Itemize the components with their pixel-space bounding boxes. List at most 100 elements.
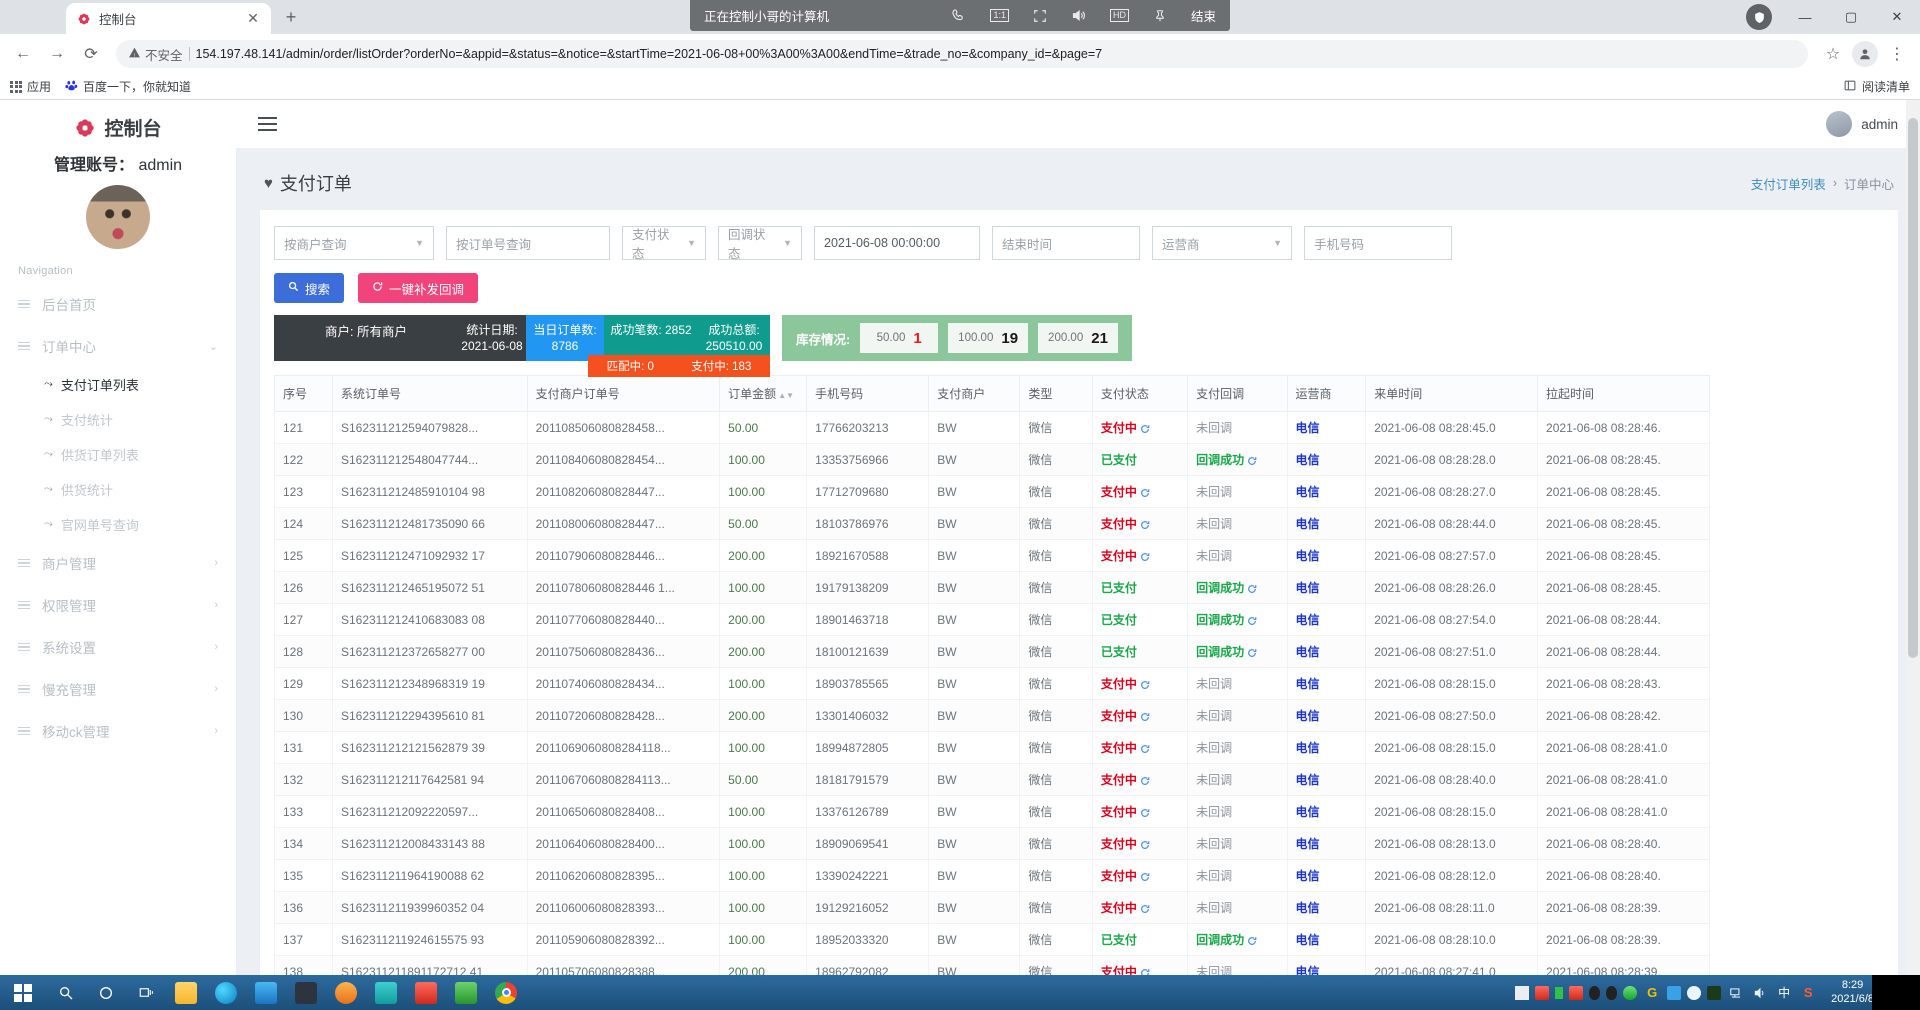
table-row[interactable]: 130S162311212294395610 81201107206080828… xyxy=(275,700,1710,732)
close-window-button[interactable]: ✕ xyxy=(1874,0,1920,34)
taskbar-app-orange[interactable] xyxy=(326,975,366,1010)
table-row[interactable]: 133S162311212092220597...201106506080828… xyxy=(275,796,1710,828)
table-row[interactable]: 131S162311212121562879 39201106906080828… xyxy=(275,732,1710,764)
breadcrumb-link[interactable]: 支付订单列表 xyxy=(1751,174,1826,193)
taskbar-explorer[interactable] xyxy=(166,975,206,1010)
callback-status-select[interactable]: 回调状态 ▼ xyxy=(718,226,802,260)
tray-app-icon[interactable] xyxy=(1707,986,1721,1000)
table-row[interactable]: 135S162311211964190088 62201106206080828… xyxy=(275,860,1710,892)
sidebar-subitem-supply-order-list[interactable]: ⤳ 供货订单列表 xyxy=(0,437,236,472)
sidebar-item-dashboard[interactable]: 后台首页 xyxy=(0,283,236,325)
forward-icon[interactable]: → xyxy=(42,39,72,69)
table-row[interactable]: 132S162311212117642581 94201106706080828… xyxy=(275,764,1710,796)
tray-app-icon[interactable] xyxy=(1515,986,1529,1000)
topbar-user[interactable]: admin xyxy=(1826,111,1898,137)
tray-app-icon[interactable]: G xyxy=(1643,984,1661,1002)
table-row[interactable]: 136S162311211939960352 04201106006080828… xyxy=(275,892,1710,924)
table-row[interactable]: 124S162311212481735090 66201108006080828… xyxy=(275,508,1710,540)
phone-icon[interactable] xyxy=(951,8,966,23)
taskbar-chrome[interactable] xyxy=(486,975,526,1010)
tray-app-icon[interactable] xyxy=(1687,986,1701,1000)
start-button[interactable] xyxy=(0,975,46,1010)
taskbar-edge[interactable] xyxy=(206,975,246,1010)
minimize-button[interactable]: — xyxy=(1782,0,1828,34)
tray-browser-icon[interactable] xyxy=(1623,986,1637,1000)
table-row[interactable]: 121S162311212594079828...201108506080828… xyxy=(275,412,1710,444)
new-tab-button[interactable]: + xyxy=(277,4,305,32)
ratio-1-1-icon[interactable]: 1:1 xyxy=(990,9,1009,22)
sidebar-item-permission-mgmt[interactable]: 权限管理 › xyxy=(0,584,236,626)
bookmark-apps[interactable]: 应用 xyxy=(10,78,51,95)
sidebar-item-order-center[interactable]: 订单中心 ⌄ xyxy=(0,325,236,367)
qq-penguin-icon[interactable] xyxy=(1589,986,1600,1000)
start-time-input[interactable]: 2021-06-08 00:00:00 xyxy=(814,226,980,260)
sidebar-subitem-pay-stats[interactable]: ⤳ 支付统计 xyxy=(0,402,236,437)
taskbar-task-view[interactable] xyxy=(126,975,166,1010)
sogou-icon[interactable]: S xyxy=(1799,984,1817,1002)
close-icon[interactable]: ✕ xyxy=(245,11,261,27)
order-no-input[interactable]: 按订单号查询 xyxy=(446,226,610,260)
hamburger-menu-icon[interactable] xyxy=(258,117,277,131)
pay-status-select[interactable]: 支付状态 ▼ xyxy=(622,226,706,260)
phone-input[interactable]: 手机号码 xyxy=(1304,226,1452,260)
sidebar-item-merchant-mgmt[interactable]: 商户管理 › xyxy=(0,542,236,584)
sidebar-item-slow-charge-mgmt[interactable]: 慢充管理 › xyxy=(0,668,236,710)
table-row[interactable]: 128S162311212372658277 00201107506080828… xyxy=(275,636,1710,668)
table-row[interactable]: 129S162311212348968319 19201107406080828… xyxy=(275,668,1710,700)
end-time-input[interactable]: 结束时间 xyxy=(992,226,1140,260)
brand[interactable]: 控制台 xyxy=(0,114,236,141)
security-warning[interactable]: ! 不安全 xyxy=(128,45,183,64)
resend-callback-button[interactable]: 一键补发回调 xyxy=(358,273,478,303)
table-row[interactable]: 134S162311212008433143 88201106406080828… xyxy=(275,828,1710,860)
table-row[interactable]: 137S162311211924615575 93201105906080828… xyxy=(275,924,1710,956)
hd-icon[interactable]: HD xyxy=(1110,9,1129,22)
merchant-select[interactable]: 按商户查询 ▼ xyxy=(274,226,434,260)
network-icon[interactable] xyxy=(1727,984,1745,1002)
remote-end-button[interactable]: 结束 xyxy=(1191,6,1216,25)
shield-icon[interactable] xyxy=(1746,4,1772,30)
reload-icon[interactable]: ⟳ xyxy=(76,39,106,69)
sidebar-item-system-settings[interactable]: 系统设置 › xyxy=(0,626,236,668)
pin-icon[interactable] xyxy=(1153,9,1167,23)
taskbar-app-teal[interactable] xyxy=(366,975,406,1010)
bookmark-star-icon[interactable]: ☆ xyxy=(1818,39,1848,69)
tray-app-icon[interactable] xyxy=(1555,987,1563,999)
table-row[interactable]: 138S162311211891172712 41201105706080828… xyxy=(275,956,1710,976)
sidebar-subitem-pay-order-list[interactable]: ⤳ 支付订单列表 xyxy=(0,367,236,402)
search-button[interactable]: 搜索 xyxy=(274,273,344,303)
tray-app-icon[interactable] xyxy=(1569,986,1583,1000)
table-row[interactable]: 125S162311212471092932 17201107906080828… xyxy=(275,540,1710,572)
reading-list-button[interactable]: 阅读清单 xyxy=(1843,78,1910,95)
taskbar-cortana[interactable] xyxy=(86,975,126,1010)
table-row[interactable]: 123S162311212485910104 98201108206080828… xyxy=(275,476,1710,508)
table-row[interactable]: 122S162311212548047744...201108406080828… xyxy=(275,444,1710,476)
qq-penguin-icon[interactable] xyxy=(1606,986,1617,1000)
volume-icon[interactable] xyxy=(1071,8,1086,23)
ime-indicator[interactable]: 中 xyxy=(1775,984,1793,1002)
volume-icon[interactable] xyxy=(1751,984,1769,1002)
taskbar-app-green[interactable] xyxy=(446,975,486,1010)
table-row[interactable]: 126S162311212465195072 51201107806080828… xyxy=(275,572,1710,604)
browser-tab[interactable]: 控制台 ✕ xyxy=(66,3,271,34)
sidebar-subitem-supply-stats[interactable]: ⤳ 供货统计 xyxy=(0,472,236,507)
bookmark-baidu[interactable]: 百度一下，你就知道 xyxy=(65,78,191,95)
taskbar-search[interactable] xyxy=(46,975,86,1010)
taskbar-app-red[interactable] xyxy=(406,975,446,1010)
address-bar[interactable]: ! 不安全 154.197.48.141/admin/order/listOrd… xyxy=(116,40,1808,68)
maximize-button[interactable]: ▢ xyxy=(1828,0,1874,34)
table-row[interactable]: 127S162311212410683083 08201107706080828… xyxy=(275,604,1710,636)
sidebar-item-mobile-ck-mgmt[interactable]: 移动ck管理 › xyxy=(0,710,236,752)
page-scrollbar[interactable] xyxy=(1906,100,1920,975)
fullscreen-icon[interactable] xyxy=(1033,9,1047,23)
operator-select[interactable]: 运营商 ▼ xyxy=(1152,226,1292,260)
tray-app-icon[interactable] xyxy=(1667,986,1681,1000)
col-amount[interactable]: 订单金额▲▼ xyxy=(720,376,807,412)
tray-app-icon[interactable] xyxy=(1535,986,1549,1000)
back-icon[interactable]: ← xyxy=(8,39,38,69)
chrome-menu-icon[interactable]: ⋮ xyxy=(1882,39,1912,69)
taskbar-app-dark[interactable] xyxy=(286,975,326,1010)
scrollbar-thumb[interactable] xyxy=(1908,118,1918,658)
sidebar-subitem-official-query[interactable]: ⤳ 官网单号查询 xyxy=(0,507,236,542)
taskbar-app-blue[interactable] xyxy=(246,975,286,1010)
profile-avatar[interactable] xyxy=(1850,39,1880,69)
